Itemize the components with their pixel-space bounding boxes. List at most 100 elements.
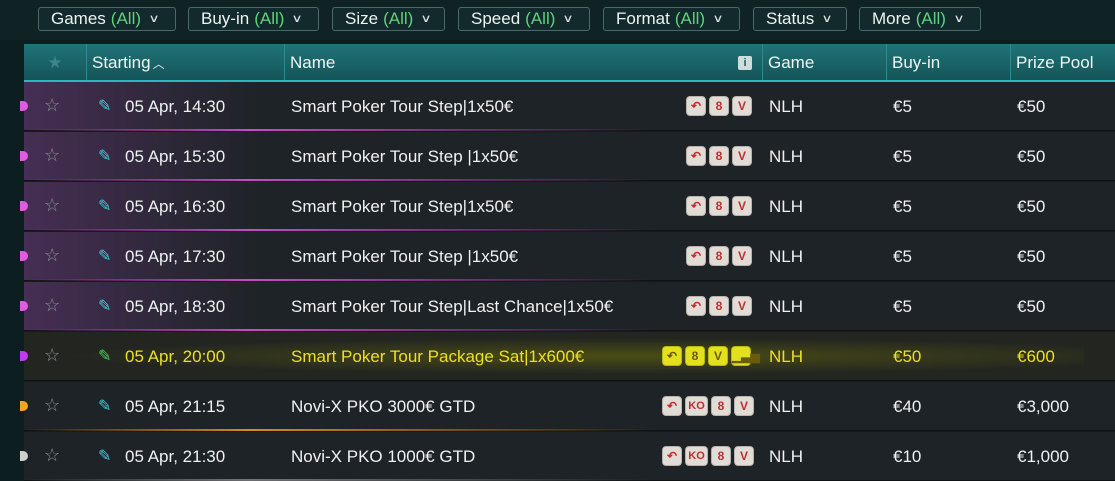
variant-badge: V (734, 446, 754, 466)
variant-badge: V (732, 146, 752, 166)
favorite-star-icon[interactable]: ☆ (44, 195, 60, 216)
filter-value: (All) (915, 9, 946, 28)
pin-icon: ✎ (98, 298, 112, 315)
game-type: NLH (769, 397, 804, 416)
table-row[interactable]: ☆ ✎ 05 Apr, 16:30 Smart Poker Tour Step|… (20, 182, 1115, 231)
favorite-column-header[interactable]: ★ (24, 44, 86, 80)
filter-games[interactable]: Games (All) ∨ (38, 7, 176, 31)
buyin-amount: €50 (893, 347, 922, 366)
pin-icon: ✎ (98, 98, 112, 115)
favorite-star-icon[interactable]: ☆ (44, 295, 60, 316)
filter-status[interactable]: Status ∨ (753, 7, 847, 31)
start-time: 05 Apr, 21:30 (125, 447, 226, 466)
table-size-badge: 8 (709, 196, 729, 216)
buyin-amount: €5 (893, 297, 912, 316)
game-type: NLH (769, 297, 804, 316)
status-marker (20, 101, 28, 111)
prize-pool: €50 (1017, 197, 1046, 216)
table-row[interactable]: ☆ ✎ 05 Apr, 18:30 Smart Poker Tour Step|… (20, 282, 1115, 331)
table-row[interactable]: ☆ ✎ 05 Apr, 15:30 Smart Poker Tour Step … (20, 132, 1115, 181)
filter-label: More (872, 9, 911, 28)
pin-icon: ✎ (98, 198, 112, 215)
favorite-star-icon[interactable]: ☆ (44, 445, 60, 466)
sort-ascending-icon: ︿ (152, 57, 165, 71)
start-time: 05 Apr, 17:30 (125, 247, 226, 266)
info-icon[interactable]: i (738, 56, 752, 70)
tournament-table: ★ Starting ︿ Name i Game Buy-in Prize Poo… (20, 44, 1115, 481)
status-marker (20, 401, 28, 411)
badge-group: ↶ 8 V ▁▃▅ (662, 346, 760, 366)
status-marker (20, 301, 28, 311)
column-label: Buy-in (892, 53, 941, 72)
filter-speed[interactable]: Speed (All) ∨ (458, 7, 590, 31)
knockout-badge: KO (685, 396, 708, 416)
pin-icon: ✎ (98, 448, 112, 465)
table-size-badge: 8 (709, 96, 729, 116)
filter-label: Speed (471, 9, 521, 28)
game-column-header[interactable]: Game (762, 44, 886, 80)
favorite-star-icon[interactable]: ☆ (44, 95, 60, 116)
buyin-amount: €5 (893, 147, 912, 166)
rebuy-badge: ↶ (662, 346, 682, 366)
table-header: ★ Starting ︿ Name i Game Buy-in Prize Poo… (24, 44, 1115, 82)
table-row[interactable]: ☆ ✎ 05 Apr, 21:15 Novi-X PKO 3000€ GTD ↶… (20, 382, 1115, 431)
filter-buyin[interactable]: Buy-in (All) ∨ (188, 7, 319, 31)
filter-label: Status (766, 9, 815, 28)
tournament-name: Smart Poker Tour Step |1x50€ (291, 247, 519, 266)
chevron-down-icon: ∨ (821, 13, 833, 25)
tournament-name: Smart Poker Tour Package Sat|1x600€ (291, 347, 585, 366)
favorite-star-icon[interactable]: ☆ (44, 145, 60, 166)
variant-badge: V (732, 246, 752, 266)
tournament-name: Smart Poker Tour Step|Last Chance|1x50€ (291, 297, 614, 316)
rebuy-badge: ↶ (686, 246, 706, 266)
badge-group: ↶ 8 V (686, 296, 752, 316)
filter-size[interactable]: Size (All) ∨ (332, 7, 445, 31)
table-row-highlighted[interactable]: ☆ ✎ 05 Apr, 20:00 Smart Poker Tour Packa… (20, 332, 1115, 381)
prize-pool: €600 (1017, 347, 1055, 366)
status-marker (20, 251, 28, 261)
name-column-header[interactable]: Name i (284, 44, 762, 80)
badge-group: ↶ 8 V (686, 146, 752, 166)
table-row[interactable]: ☆ ✎ 05 Apr, 17:30 Smart Poker Tour Step … (20, 232, 1115, 281)
prize-column-header[interactable]: Prize Pool (1010, 44, 1115, 80)
favorite-star-icon[interactable]: ☆ (44, 245, 60, 266)
table-body: ☆ ✎ 05 Apr, 14:30 Smart Poker Tour Step|… (20, 82, 1115, 481)
pin-icon: ✎ (98, 398, 112, 415)
table-row[interactable]: ☆ ✎ 05 Apr, 21:30 Novi-X PKO 1000€ GTD ↶… (20, 432, 1115, 481)
chevron-down-icon: ∨ (148, 13, 160, 25)
filter-format[interactable]: Format (All) ∨ (603, 7, 740, 31)
start-time: 05 Apr, 16:30 (125, 197, 226, 216)
start-time: 05 Apr, 15:30 (125, 147, 226, 166)
tournament-name: Smart Poker Tour Step|1x50€ (291, 97, 514, 116)
buyin-column-header[interactable]: Buy-in (886, 44, 1010, 80)
game-type: NLH (769, 447, 804, 466)
status-marker (20, 201, 28, 211)
table-row[interactable]: ☆ ✎ 05 Apr, 14:30 Smart Poker Tour Step|… (20, 82, 1115, 131)
filter-value: (All) (674, 9, 706, 28)
rebuy-badge: ↶ (686, 296, 706, 316)
badge-group: ↶ 8 V (686, 196, 752, 216)
start-time: 05 Apr, 14:30 (125, 97, 226, 116)
prize-pool: €50 (1017, 147, 1046, 166)
buyin-amount: €40 (893, 397, 922, 416)
table-size-badge: 8 (685, 346, 705, 366)
tournament-name: Smart Poker Tour Step |1x50€ (291, 147, 519, 166)
chevron-down-icon: ∨ (420, 13, 432, 25)
game-type: NLH (769, 347, 804, 366)
game-type: NLH (769, 197, 804, 216)
prize-pool: €1,000 (1017, 447, 1069, 466)
filter-more[interactable]: More (All) ∨ (859, 7, 981, 31)
filter-value: (All) (383, 9, 414, 28)
favorite-star-icon[interactable]: ☆ (44, 395, 60, 416)
signal-bars-badge: ▁▃▅ (731, 346, 760, 366)
variant-badge: V (732, 96, 752, 116)
starting-column-header[interactable]: Starting ︿ (86, 44, 284, 80)
column-label: Name (290, 53, 336, 72)
column-label: Prize Pool (1016, 53, 1094, 72)
table-size-badge: 8 (709, 296, 729, 316)
buyin-amount: €5 (893, 197, 912, 216)
start-time: 05 Apr, 20:00 (125, 347, 226, 366)
table-size-badge: 8 (711, 446, 731, 466)
favorite-star-icon[interactable]: ☆ (44, 345, 60, 366)
badge-group: ↶ 8 V (686, 96, 752, 116)
